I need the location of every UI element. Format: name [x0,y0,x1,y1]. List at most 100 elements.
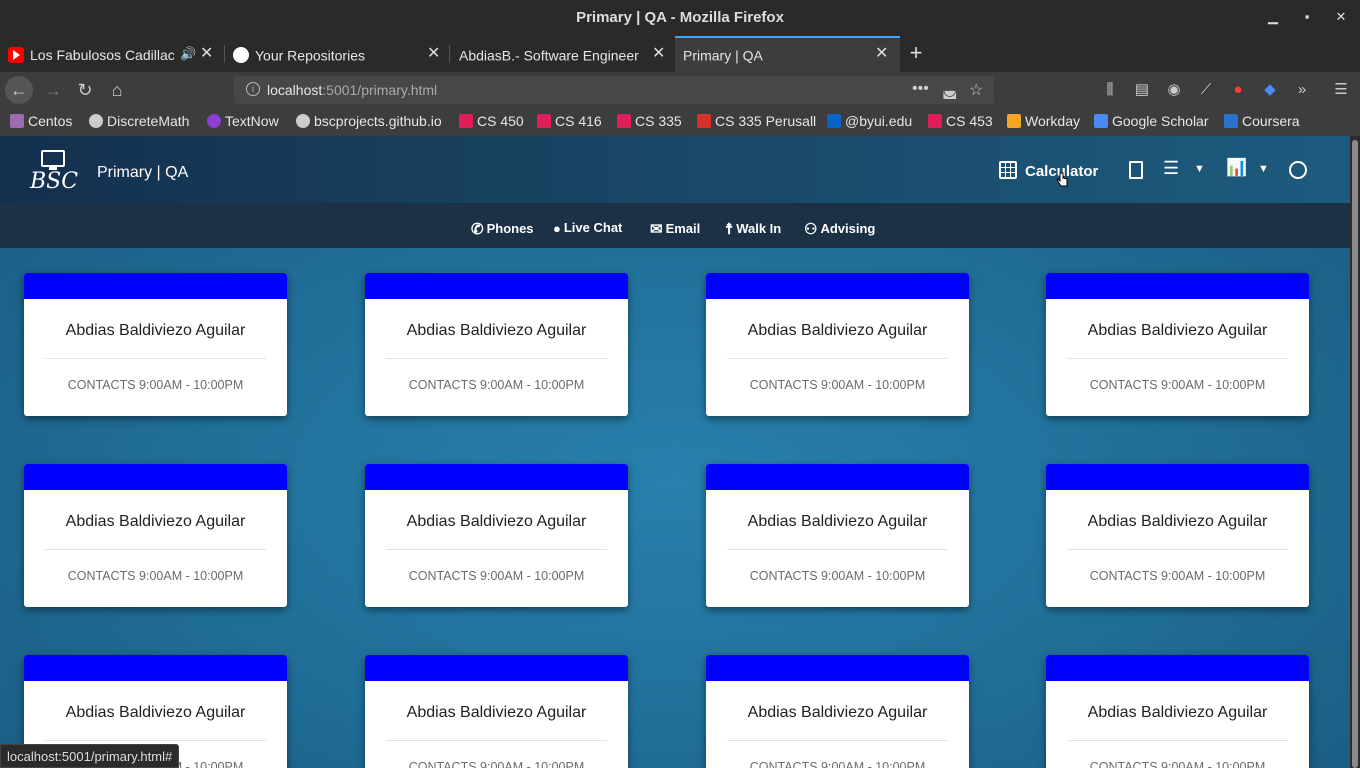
bookmark-label: TextNow [225,113,279,129]
tab-portfolio[interactable]: AbdiasB.- Software Engineer ✕ [450,36,674,72]
back-arrow-icon[interactable]: ← [5,76,33,104]
tab-primary-qa[interactable]: Primary | QA ✕ [675,36,900,72]
page-scrollbar[interactable] [1350,136,1360,768]
nav-live-chat[interactable]: ● Live Chat [553,220,622,236]
url-text[interactable]: localhost:5001/primary.html [267,82,437,98]
card-contact-hours: CONTACTS 9:00AM - 10:00PM [749,569,926,583]
calculator-button[interactable]: Calculator [999,161,1098,180]
bookmark-workday[interactable]: Workday [1007,113,1080,129]
maximize-icon[interactable]: ▪ [1299,9,1315,25]
card-header-bar [706,655,969,681]
speaker-icon[interactable]: 🔊 [180,36,196,72]
bookmark-star-icon[interactable]: ☆ [969,80,983,100]
staff-card[interactable]: Abdias Baldiviezo Aguilar CONTACTS 9:00AM… [706,655,969,768]
scrollbar-thumb[interactable] [1352,140,1358,768]
bookmark-cs-453[interactable]: CS 453 [928,113,993,129]
card-header-bar [365,655,628,681]
url-bar[interactable]: i localhost:5001/primary.html ••• ◛ ☆ [234,76,994,104]
list-dropdown-caret-icon[interactable]: ▼ [1194,163,1205,175]
list-icon[interactable]: ☰ [1163,158,1179,179]
card-header-bar [24,655,287,681]
ublock-icon[interactable]: ● [1229,81,1247,99]
tab-youtube[interactable]: Los Fabulosos Cadillac 🔊 ✕ [0,36,224,72]
app-header: BSC Primary | QA Calculator ☰ ▼ 📊 ▼ [0,136,1350,203]
bookmark-cs-450[interactable]: CS 450 [459,113,524,129]
library-icon[interactable]: ⫼ [1101,81,1119,99]
staff-card[interactable]: Abdias Baldiviezo Aguilar CONTACTS 9:00AM… [1046,655,1309,768]
card-name: Abdias Baldiviezo Aguilar [65,322,246,339]
bar-chart-icon[interactable]: 📊 [1226,158,1247,178]
overflow-chevron-icon[interactable]: » [1293,81,1311,99]
bookmark-cs-335[interactable]: CS 335 [617,113,682,129]
close-window-icon[interactable]: ✕ [1333,9,1349,25]
document-icon[interactable] [1129,161,1143,179]
staff-card[interactable]: Abdias Baldiviezo Aguilar CONTACTS 9:00AM… [1046,464,1309,607]
home-icon[interactable]: ⌂ [103,76,131,104]
bookmark-discretemath[interactable]: DiscreteMath [89,113,189,129]
staff-card[interactable]: Abdias Baldiviezo Aguilar CONTACTS 9:00AM… [1046,273,1309,416]
staff-card[interactable]: Abdias Baldiviezo Aguilar CONTACTS 9:00AM… [24,464,287,607]
hand-cursor-icon [1056,172,1068,187]
hamburger-menu-icon[interactable]: ☰ [1332,81,1350,99]
logo-text: BSC [30,169,79,194]
slack-icon [537,114,551,128]
bookmark-bscprojects-github-io[interactable]: bscprojects.github.io [296,113,442,129]
staff-card[interactable]: Abdias Baldiviezo Aguilar CONTACTS 9:00AM… [365,655,628,768]
nav-email[interactable]: ✉ Email [650,220,700,238]
staff-card[interactable]: Abdias Baldiviezo Aguilar CONTACTS 9:00AM… [24,273,287,416]
workday-icon [1007,114,1021,128]
chart-dropdown-caret-icon[interactable]: ▼ [1258,163,1269,175]
more-actions-icon[interactable]: ••• [912,80,929,98]
card-divider [386,549,607,550]
phone-icon: ✆ [471,221,484,238]
bookmark-google-scholar[interactable]: Google Scholar [1094,113,1209,129]
staff-card[interactable]: Abdias Baldiviezo Aguilar CONTACTS 9:00AM… [706,273,969,416]
sidebar-icon[interactable]: ▤ [1133,81,1151,99]
card-divider [45,358,266,359]
staff-card[interactable]: Abdias Baldiviezo Aguilar CONTACTS 9:00AM… [365,464,628,607]
pocket-icon[interactable]: ◛ [942,80,958,100]
tab-github[interactable]: Your Repositories ✕ [225,36,449,72]
bookmark--byui-edu[interactable]: @byui.edu [827,113,912,129]
extension-icon[interactable]: ◆ [1261,81,1279,99]
card-name: Abdias Baldiviezo Aguilar [406,704,587,721]
close-tab-icon[interactable]: ✕ [427,36,440,72]
close-tab-icon[interactable]: ✕ [875,38,888,70]
tab-label: Primary | QA [683,47,763,64]
contact-channels-nav: ✆ Phones ● Live Chat ✉ Email ☨ Walk In ⚇ Advi… [0,203,1350,248]
nav-advising[interactable]: ⚇ Advising [804,220,875,238]
envelope-icon: ✉ [650,221,663,238]
new-tab-icon[interactable]: + [904,36,928,72]
reload-icon[interactable]: ↻ [71,76,99,104]
globe-icon [89,114,103,128]
bookmark-centos[interactable]: Centos [10,113,72,129]
card-contact-hours: CONTACTS 9:00AM - 10:00PM [408,760,585,768]
bookmark-coursera[interactable]: Coursera [1224,113,1300,129]
bsc-logo[interactable]: BSC [30,150,79,194]
bookmark-cs-335-perusall[interactable]: CS 335 Perusall [697,113,816,129]
navigation-bar: ← → ↻ ⌂ i localhost:5001/primary.html ••… [0,72,1360,108]
close-tab-icon[interactable]: ✕ [200,36,213,72]
perusall-icon [697,114,711,128]
nav-phones[interactable]: ✆ Phones [471,220,534,238]
bookmark-label: @byui.edu [845,113,913,129]
card-header-bar [1046,655,1309,681]
forward-arrow-icon[interactable]: → [39,76,67,104]
eyedropper-icon[interactable]: ⟋ [1197,81,1215,99]
bookmark-cs-416[interactable]: CS 416 [537,113,602,129]
account-icon[interactable]: ◉ [1165,81,1183,99]
staff-card[interactable]: Abdias Baldiviezo Aguilar CONTACTS 9:00AM… [706,464,969,607]
card-contact-hours: CONTACTS 9:00AM - 10:00PM [67,378,244,392]
coursera-icon [1224,114,1238,128]
card-header-bar [706,464,969,490]
card-contact-hours: CONTACTS 9:00AM - 10:00PM [408,569,585,583]
nav-walk-in[interactable]: ☨ Walk In [725,220,781,238]
card-divider [1067,358,1288,359]
info-icon[interactable]: i [246,82,260,96]
close-tab-icon[interactable]: ✕ [652,36,665,72]
bookmark-textnow[interactable]: TextNow [207,113,279,129]
minimize-icon[interactable]: ▁ [1265,9,1281,25]
staff-card[interactable]: Abdias Baldiviezo Aguilar CONTACTS 9:00AM… [365,273,628,416]
card-name: Abdias Baldiviezo Aguilar [1087,704,1268,721]
user-circle-icon[interactable] [1289,161,1307,179]
